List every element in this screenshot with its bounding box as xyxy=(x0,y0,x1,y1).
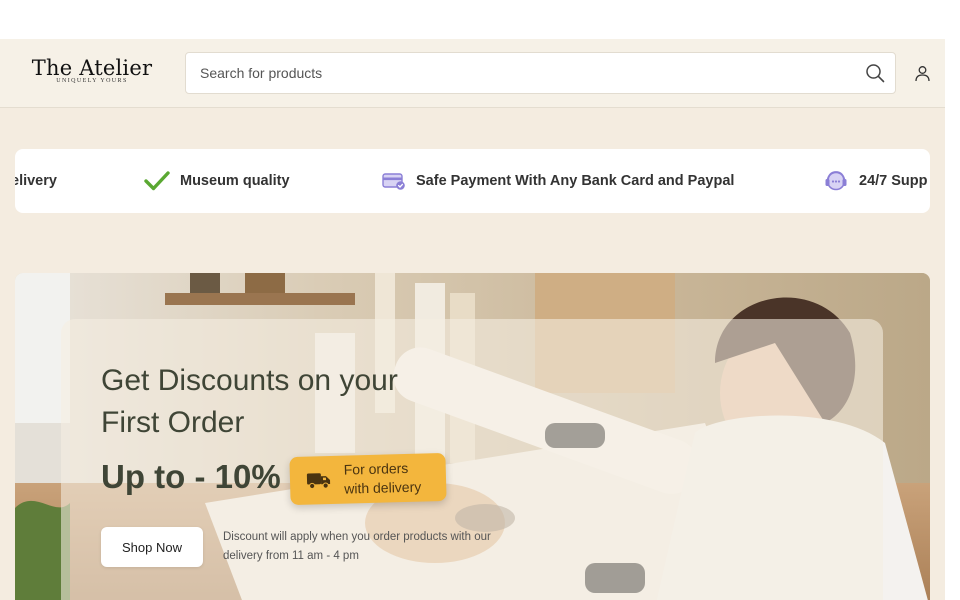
feature-label: Museum quality xyxy=(180,173,290,189)
feature-label: elivery xyxy=(15,173,57,189)
features-bar: elivery Museum quality Safe Payment With… xyxy=(15,149,930,213)
hero-title: Get Discounts on your First Order xyxy=(101,364,398,439)
feature-label: Safe Payment With Any Bank Card and Payp… xyxy=(416,173,735,189)
search-input[interactable] xyxy=(200,53,840,93)
badge-line-2: with delivery xyxy=(344,478,422,497)
main-content: elivery Museum quality Safe Payment With… xyxy=(0,108,945,600)
delivery-badge: For orders with delivery xyxy=(289,452,447,506)
site-header: The Atelier UNIQUELY YOURS xyxy=(0,39,945,108)
check-icon xyxy=(144,171,170,191)
search-icon[interactable] xyxy=(865,63,885,83)
top-strip xyxy=(0,0,945,39)
shop-now-button[interactable]: Shop Now xyxy=(101,527,203,567)
feature-label: 24/7 Supp xyxy=(859,173,928,189)
feature-safe-payment: Safe Payment With Any Bank Card and Payp… xyxy=(382,149,734,213)
feature-museum-quality: Museum quality xyxy=(144,149,290,213)
feature-delivery: elivery xyxy=(15,149,57,213)
feature-support: 24/7 Supp xyxy=(823,149,928,213)
card-icon xyxy=(382,173,405,190)
hero-discount: Up to - 10% xyxy=(101,458,281,495)
brand-name: The Atelier xyxy=(31,56,153,80)
brand-logo[interactable]: The Atelier UNIQUELY YOURS xyxy=(27,56,157,84)
badge-line-1: For orders xyxy=(343,459,409,478)
search-bar xyxy=(185,52,896,94)
support-icon xyxy=(825,171,847,191)
badge-text: For orders with delivery xyxy=(344,459,422,499)
discount-note: Discount will apply when you order produ… xyxy=(223,531,491,562)
hero-banner: Get Discounts on your First Order Up to … xyxy=(15,273,930,600)
user-account-icon[interactable] xyxy=(914,65,931,82)
truck-icon xyxy=(306,473,331,490)
